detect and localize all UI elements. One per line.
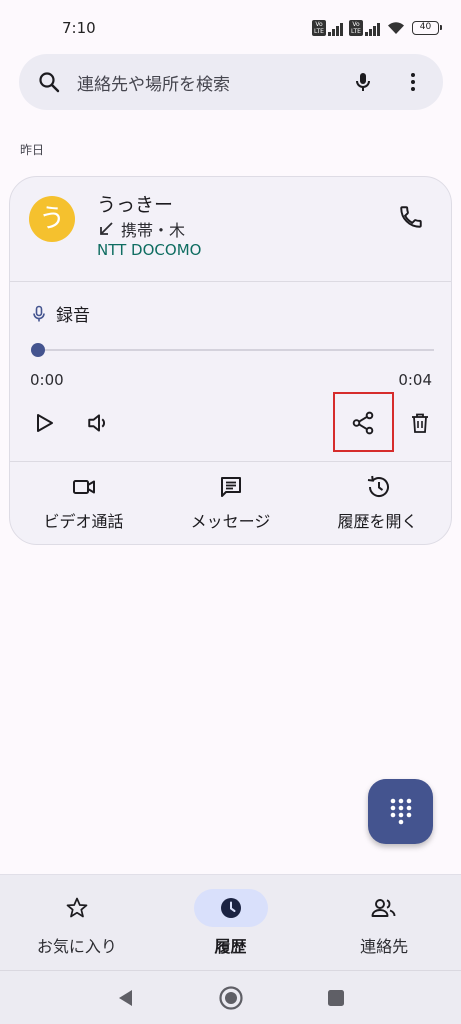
contacts-icon bbox=[371, 899, 396, 917]
dialpad-icon bbox=[390, 798, 411, 824]
signal-group-2: Vo LTE bbox=[349, 20, 380, 36]
system-navigation-bar bbox=[0, 970, 461, 1024]
nav-contacts[interactable]: 連絡先 bbox=[307, 875, 461, 970]
status-icons: Vo LTE Vo LTE 40 bbox=[312, 20, 442, 36]
search-bar[interactable]: 連絡先や場所を検索 bbox=[19, 54, 443, 110]
seek-bar-track[interactable] bbox=[38, 349, 434, 351]
home-icon[interactable] bbox=[218, 985, 244, 1011]
signal-bars-icon bbox=[328, 22, 343, 36]
signal-bars-icon bbox=[365, 22, 380, 36]
incoming-call-arrow-icon bbox=[100, 222, 113, 235]
signal-group-1: Vo LTE bbox=[312, 20, 343, 36]
divider bbox=[10, 281, 451, 282]
nav-history-label: 履歴 bbox=[214, 937, 247, 956]
call-meta: 携帯・木 bbox=[97, 217, 185, 241]
volume-icon bbox=[88, 414, 105, 432]
nav-contacts-pill bbox=[347, 889, 421, 927]
recents-icon[interactable] bbox=[326, 988, 346, 1008]
battery-icon: 40 bbox=[412, 21, 442, 35]
call-type-day: 携帯・木 bbox=[121, 221, 186, 240]
message-label: メッセージ bbox=[190, 512, 271, 531]
video-call-label: ビデオ通話 bbox=[43, 512, 124, 531]
search-icon bbox=[39, 72, 60, 93]
status-bar: 7:10 Vo LTE Vo LTE 40 bbox=[0, 0, 461, 56]
mic-icon bbox=[33, 305, 45, 321]
share-button[interactable] bbox=[346, 406, 380, 440]
wifi-icon bbox=[388, 22, 404, 34]
volte-badge: Vo LTE bbox=[349, 20, 363, 36]
history-icon bbox=[367, 475, 389, 498]
call-button[interactable] bbox=[395, 201, 427, 233]
section-header-yesterday: 昨日 bbox=[20, 143, 45, 157]
play-button[interactable] bbox=[27, 406, 61, 440]
open-history-label: 履歴を開く bbox=[337, 512, 418, 531]
playback-time-end: 0:04 bbox=[398, 371, 432, 389]
message-action[interactable]: メッセージ bbox=[157, 462, 304, 542]
nav-contacts-label: 連絡先 bbox=[360, 937, 409, 956]
play-icon bbox=[37, 414, 53, 432]
delete-button[interactable] bbox=[403, 406, 437, 440]
call-log-card: う うっきー 携帯・木 NTT DOCOMO 録音 0:00 0:04 ビデオ通… bbox=[9, 176, 452, 545]
videocam-icon bbox=[72, 480, 95, 494]
star-icon bbox=[66, 897, 88, 918]
status-time: 7:10 bbox=[62, 19, 96, 37]
nav-history[interactable]: 履歴 bbox=[154, 875, 308, 970]
call-actions-row: ビデオ通話 メッセージ 履歴を開く bbox=[10, 462, 451, 542]
search-input[interactable]: 連絡先や場所を検索 bbox=[77, 70, 351, 95]
nav-favorites-label: お気に入り bbox=[36, 937, 117, 956]
trash-icon bbox=[412, 413, 428, 433]
video-call-action[interactable]: ビデオ通話 bbox=[10, 462, 157, 542]
carrier-label: NTT DOCOMO bbox=[97, 241, 202, 259]
recording-label: 録音 bbox=[56, 306, 90, 326]
share-icon bbox=[352, 411, 374, 435]
nav-favorites-pill bbox=[40, 889, 114, 927]
volte-badge: Vo LTE bbox=[312, 20, 326, 36]
dialpad-fab[interactable] bbox=[368, 779, 433, 844]
clock-icon bbox=[220, 898, 241, 918]
back-icon[interactable] bbox=[116, 988, 136, 1008]
seek-bar-thumb[interactable] bbox=[31, 343, 45, 357]
more-vert-icon[interactable] bbox=[401, 70, 425, 94]
avatar[interactable]: う bbox=[29, 196, 75, 242]
nav-favorites[interactable]: お気に入り bbox=[0, 875, 154, 970]
message-icon bbox=[220, 477, 241, 497]
phone-icon bbox=[400, 206, 422, 228]
contact-name: うっきー bbox=[97, 194, 174, 216]
mic-icon[interactable] bbox=[351, 70, 375, 94]
open-history-action[interactable]: 履歴を開く bbox=[304, 462, 451, 542]
playback-time-start: 0:00 bbox=[30, 371, 64, 389]
bottom-navigation: お気に入り 履歴 連絡先 bbox=[0, 874, 461, 970]
nav-history-pill bbox=[193, 889, 268, 927]
speaker-button[interactable] bbox=[82, 406, 116, 440]
recording-header: 録音 bbox=[30, 301, 90, 326]
